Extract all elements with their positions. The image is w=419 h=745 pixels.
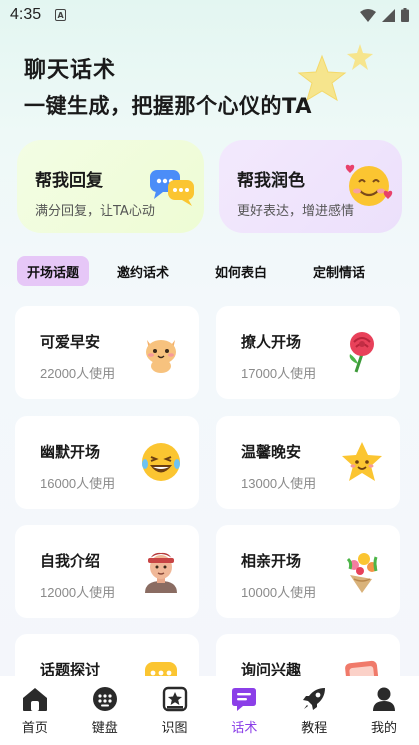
page-subtitle: 一键生成，把握那个心仪的TA [24,94,312,118]
home-icon [22,688,47,711]
script-card[interactable]: 幽默开场 16000人使用 [15,416,199,509]
help-reply-card[interactable]: 帮我回复 满分回复，让TA心动 [17,140,204,233]
nav-keyboard-label: 键盘 [91,721,118,736]
script-card[interactable]: 自我介绍 12000人使用 [15,525,199,618]
person-avatar-icon [145,552,177,593]
battery-icon [401,8,409,22]
status-bar: 4:35 A [0,0,419,30]
category-tabs: 开场话题 邀约话术 如何表白 定制情话 [17,255,402,287]
nav-profile-label: 我的 [371,721,398,736]
laughing-emoji-icon [142,443,180,481]
script-card[interactable]: 温馨晚安 13000人使用 [216,416,400,509]
nav-tutorial[interactable]: 教程 [284,686,344,736]
page-title: 聊天话术 [24,58,117,83]
smiling-hearts-emoji-icon [345,164,393,206]
bottom-navigation: 首页 键盘 识图 话术 教程 我的 [0,676,419,745]
signal-icon [382,8,395,22]
tab-opening-topics[interactable]: 开场话题 [17,256,89,286]
nav-image-recognition-label: 识图 [161,721,188,736]
nav-home-label: 首页 [21,721,48,736]
help-polish-card[interactable]: 帮我润色 更好表达，增进感情 [219,140,402,233]
star-emoji-icon [342,442,382,481]
nav-tutorial-label: 教程 [301,721,328,736]
status-time: 4:35 [10,6,42,23]
rose-icon [349,332,374,373]
chat-bubbles-icon [150,170,194,206]
wifi-icon [360,8,376,22]
script-card[interactable]: 撩人开场 17000人使用 [216,306,400,399]
notification-icon: A [55,9,67,21]
script-card[interactable]: 可爱早安 22000人使用 [15,306,199,399]
script-card[interactable]: 询问兴趣 [216,634,400,676]
speech-bubble-icon [145,662,177,676]
chat-script-icon [232,688,257,711]
tab-invitation-scripts[interactable]: 邀约话术 [117,256,169,286]
status-icons [360,8,409,22]
profile-icon [373,687,396,711]
photo-icon [345,660,379,676]
nav-image-recognition[interactable]: 识图 [145,686,205,736]
script-card[interactable]: 相亲开场 10000人使用 [216,525,400,618]
nav-home[interactable]: 首页 [5,686,65,736]
rocket-icon [303,688,326,710]
bouquet-icon [346,553,378,593]
nav-chat-scripts-label: 话术 [231,721,258,736]
nav-chat-scripts[interactable]: 话术 [214,686,274,736]
script-card[interactable]: 话题探讨 [15,634,199,676]
keyboard-icon [92,687,117,711]
image-recognition-icon [162,686,187,712]
tab-custom-love-words[interactable]: 定制情话 [313,256,365,286]
nav-keyboard[interactable]: 键盘 [75,686,135,736]
cat-icon [146,340,176,373]
nav-profile[interactable]: 我的 [354,686,414,736]
script-card-grid: 可爱早安 22000人使用 撩人开场 17000人使用 幽默开场 16000人使… [15,306,401,676]
tab-how-to-confess[interactable]: 如何表白 [215,256,267,286]
